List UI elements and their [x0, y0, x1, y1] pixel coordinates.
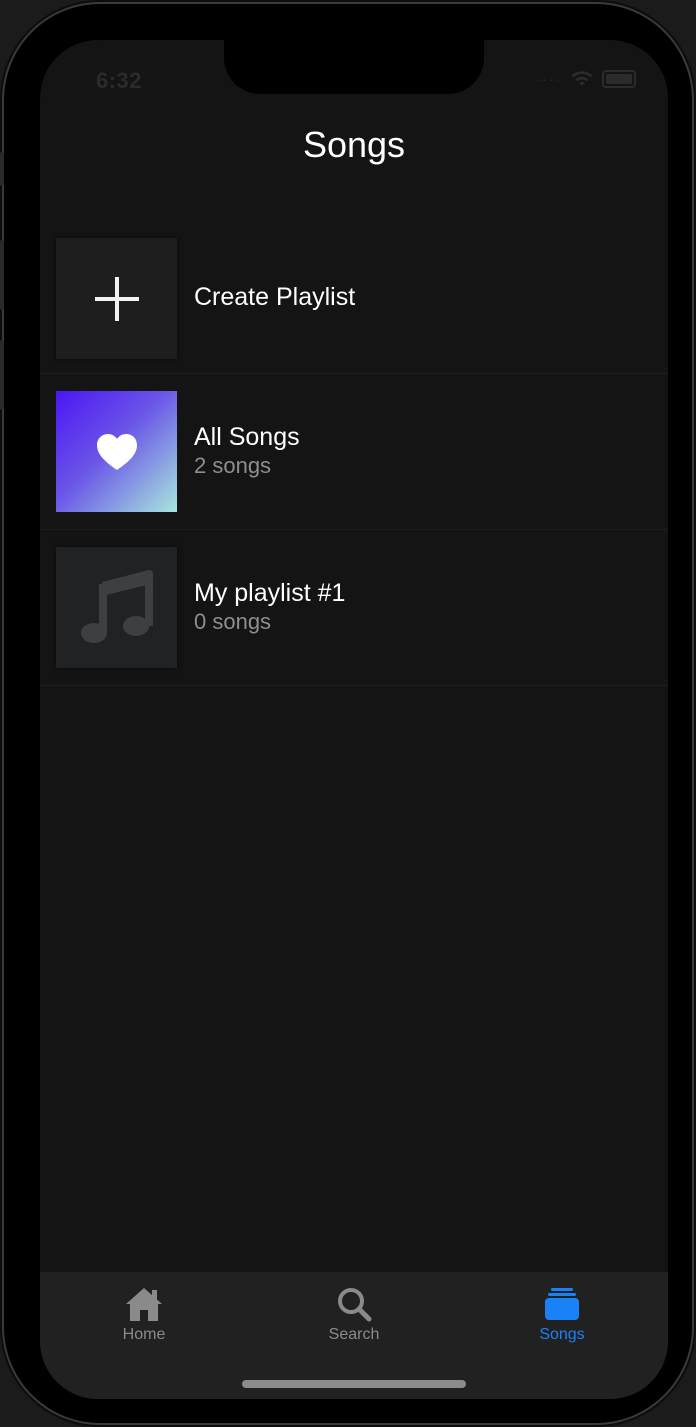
playlist-title: All Songs: [194, 423, 300, 451]
tab-home-label: Home: [122, 1326, 166, 1343]
search-icon: [338, 1288, 372, 1322]
create-playlist-row[interactable]: Create Playlist: [40, 224, 668, 374]
signal-icon: ····: [535, 71, 562, 87]
status-time: 6:32: [96, 68, 143, 93]
create-playlist-text: Create Playlist: [194, 282, 355, 312]
mute-switch: [0, 152, 4, 186]
plus-icon: [94, 276, 139, 321]
playlist-title: My playlist #1: [194, 579, 346, 607]
create-playlist-thumbnail: [56, 238, 177, 359]
notch: [224, 40, 484, 94]
heart-icon: [96, 433, 137, 470]
tab-search[interactable]: Search: [284, 1286, 424, 1344]
all-songs-text: All Songs 2 songs: [194, 422, 300, 480]
playlist-row-all-songs[interactable]: All Songs 2 songs: [40, 374, 668, 530]
phone-frame: 6:32 ···· Songs Create Playlist All Song…: [0, 4, 692, 1423]
tab-songs-label: Songs: [539, 1326, 585, 1343]
tab-home[interactable]: Home: [74, 1286, 214, 1344]
volume-up-button: [0, 240, 4, 310]
playlist-song-count: 0 songs: [194, 609, 272, 634]
all-songs-thumbnail: [56, 391, 177, 512]
wifi-icon: [571, 71, 593, 86]
my-playlist-text: My playlist #1 0 songs: [194, 578, 345, 636]
screen: 6:32 ···· Songs Create Playlist All Song…: [40, 40, 668, 1399]
page-title: Songs: [302, 124, 406, 165]
stack-icon: [545, 1288, 579, 1320]
playlist-list: Create Playlist All Songs 2 songs My pla…: [40, 224, 668, 686]
home-indicator: [242, 1380, 466, 1388]
volume-down-button: [0, 340, 4, 410]
tab-search-label: Search: [328, 1326, 380, 1343]
battery-icon: [602, 70, 636, 88]
tab-songs[interactable]: Songs: [492, 1286, 632, 1344]
playlist-song-count: 2 songs: [194, 453, 272, 478]
create-playlist-label: Create Playlist: [194, 283, 356, 311]
status-icons: ····: [535, 70, 636, 88]
music-note-icon: [80, 569, 153, 643]
home-icon: [126, 1288, 162, 1321]
my-playlist-thumbnail: [56, 547, 177, 668]
playlist-row-my-playlist-1[interactable]: My playlist #1 0 songs: [40, 530, 668, 686]
